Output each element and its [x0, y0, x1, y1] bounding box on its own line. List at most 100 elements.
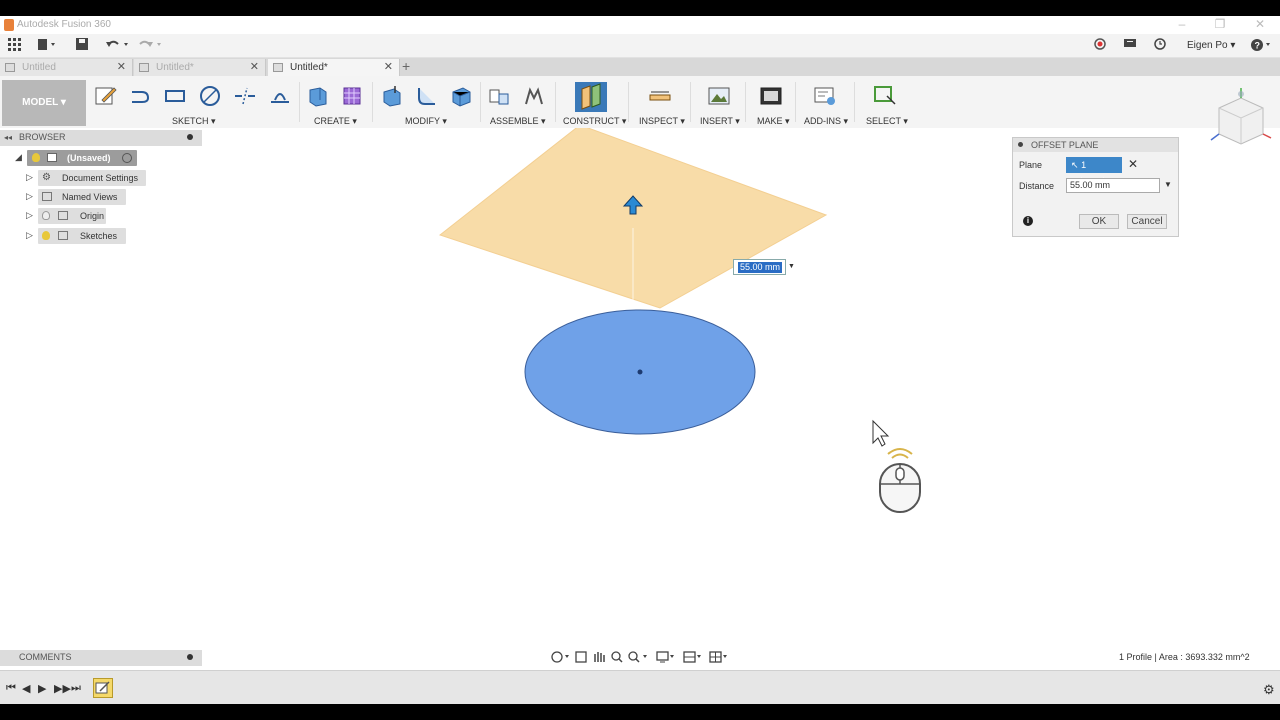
record-icon[interactable] [1094, 38, 1106, 54]
assemble-menu[interactable]: ASSEMBLE ▾ [490, 116, 546, 127]
mouse-scroll-icon [879, 448, 921, 513]
look-at-icon[interactable] [575, 651, 587, 663]
title-bar: Autodesk Fusion 360 – ❐ ✕ [0, 16, 1280, 34]
insert-label: INSERT [700, 116, 733, 126]
distance-dropdown-icon[interactable]: ▼ [1164, 180, 1172, 189]
create-sketch-icon[interactable] [94, 84, 118, 108]
ribbon-divider [690, 82, 691, 122]
project-icon[interactable] [268, 84, 292, 108]
inspect-label: INSPECT [639, 116, 678, 126]
document-tab-3[interactable]: Untitled* ✕ [268, 59, 400, 76]
select-menu[interactable]: SELECT ▾ [866, 116, 908, 127]
user-menu[interactable]: Eigen Po ▾ [1187, 40, 1235, 51]
modify-menu[interactable]: MODIFY ▾ [405, 116, 447, 127]
zoom-icon[interactable] [628, 651, 647, 663]
grid-icon[interactable] [8, 38, 22, 54]
ribbon-divider [299, 82, 300, 122]
close-tab-icon[interactable]: ✕ [117, 60, 126, 73]
comments-panel-header[interactable]: COMMENTS [0, 650, 202, 666]
timeline-forward-icon[interactable]: ▶▶ [54, 682, 71, 695]
ribbon-divider [795, 82, 796, 122]
display-settings-icon[interactable] [656, 651, 674, 663]
fillet-icon[interactable] [415, 84, 439, 108]
redo-icon[interactable] [138, 38, 164, 54]
user-name: Eigen Po [1187, 40, 1228, 51]
press-pull-icon[interactable] [380, 84, 404, 108]
timeline-end-icon[interactable]: ⏭ [71, 682, 81, 695]
form-icon[interactable] [340, 84, 364, 108]
extrude-icon[interactable] [306, 84, 330, 108]
info-icon[interactable]: i [1023, 216, 1033, 226]
minimize-icon[interactable]: – [1172, 17, 1192, 31]
assemble-label: ASSEMBLE [490, 116, 539, 126]
timeline-back-icon[interactable]: ◀ [22, 682, 30, 695]
document-tab-2[interactable]: Untitled* ✕ [134, 59, 266, 76]
rectangle-icon[interactable] [163, 84, 187, 108]
center-point [637, 369, 643, 375]
clear-selection-icon[interactable]: ✕ [1128, 157, 1138, 171]
inline-distance-input[interactable]: 55.00 mm [733, 259, 786, 275]
zoom-window-icon[interactable] [611, 651, 623, 663]
sketch-feature-icon[interactable] [93, 678, 113, 698]
joint-icon[interactable] [522, 84, 546, 108]
orbit-icon[interactable] [551, 651, 569, 663]
dialog-header[interactable]: OFFSET PLANE [1013, 138, 1178, 152]
timeline-bar: ⏮ ◀ ▶ ▶▶ ⏭ ⚙ [0, 670, 1280, 704]
window-title: Autodesk Fusion 360 [17, 19, 111, 30]
workspace-label: MODEL [22, 97, 59, 108]
clock-icon[interactable] [1154, 38, 1166, 54]
addins-label: ADD-INS [804, 116, 842, 126]
ribbon-divider [745, 82, 746, 122]
shell-icon[interactable] [449, 84, 473, 108]
document-icon [139, 63, 149, 72]
construct-menu[interactable]: CONSTRUCT ▾ [563, 116, 626, 127]
help-icon[interactable]: ? [1251, 38, 1273, 54]
trim-icon[interactable] [233, 84, 257, 108]
ok-button[interactable]: OK [1079, 214, 1119, 229]
file-icon[interactable] [38, 38, 58, 54]
create-menu[interactable]: CREATE ▾ [314, 116, 357, 127]
document-tab-1[interactable]: Untitled ✕ [0, 59, 133, 76]
timeline-start-icon[interactable]: ⏮ [6, 682, 16, 695]
chat-icon[interactable] [1124, 38, 1137, 54]
viewports-icon[interactable] [709, 651, 727, 663]
offset-plane-dialog: OFFSET PLANE Plane ↖ 1 selected ✕ Distan… [1012, 137, 1179, 237]
close-tab-icon[interactable]: ✕ [384, 60, 393, 73]
offset-plane-button[interactable] [575, 82, 607, 112]
render-icon[interactable] [759, 84, 783, 108]
insert-image-icon[interactable] [707, 84, 731, 108]
pan-icon[interactable] [594, 652, 605, 662]
close-tab-icon[interactable]: ✕ [250, 60, 259, 73]
grid-settings-icon[interactable] [683, 651, 701, 663]
timeline-settings-icon[interactable]: ⚙ [1263, 682, 1275, 698]
circle-icon[interactable] [198, 84, 222, 108]
svg-text:?: ? [1255, 41, 1261, 51]
workspace-switcher[interactable]: MODEL ▾ [2, 80, 86, 126]
measure-icon[interactable] [648, 84, 672, 108]
add-tab-icon[interactable]: + [402, 58, 410, 74]
timeline-play-icon[interactable]: ▶ [38, 682, 46, 695]
addins-menu[interactable]: ADD-INS ▾ [804, 116, 848, 127]
plane-selection-button[interactable]: ↖ 1 selected [1066, 157, 1122, 186]
tab-label: Untitled [22, 62, 56, 73]
inspect-menu[interactable]: INSPECT ▾ [639, 116, 685, 127]
panel-options-icon[interactable] [187, 654, 193, 660]
tab-label: Untitled* [290, 62, 328, 73]
scripts-icon[interactable] [813, 84, 837, 108]
make-menu[interactable]: MAKE ▾ [757, 116, 790, 127]
distance-field[interactable]: 55.00 mm [1066, 178, 1160, 193]
line-icon[interactable] [128, 84, 152, 108]
save-icon[interactable] [76, 38, 88, 54]
sketch-menu[interactable]: SKETCH ▾ [172, 116, 216, 127]
dialog-collapse-icon[interactable] [1018, 142, 1023, 147]
inline-unit-dropdown-icon[interactable]: ▼ [788, 263, 795, 270]
select-icon[interactable] [873, 84, 897, 108]
insert-menu[interactable]: INSERT ▾ [700, 116, 740, 127]
new-component-icon[interactable] [487, 84, 511, 108]
restore-icon[interactable]: ❐ [1210, 17, 1230, 31]
document-tabs: Untitled ✕ Untitled* ✕ Untitled* ✕ + [0, 58, 1280, 76]
close-window-icon[interactable]: ✕ [1250, 17, 1270, 31]
undo-icon[interactable] [105, 38, 131, 54]
ribbon-divider [628, 82, 629, 122]
cancel-button[interactable]: Cancel [1127, 214, 1167, 229]
